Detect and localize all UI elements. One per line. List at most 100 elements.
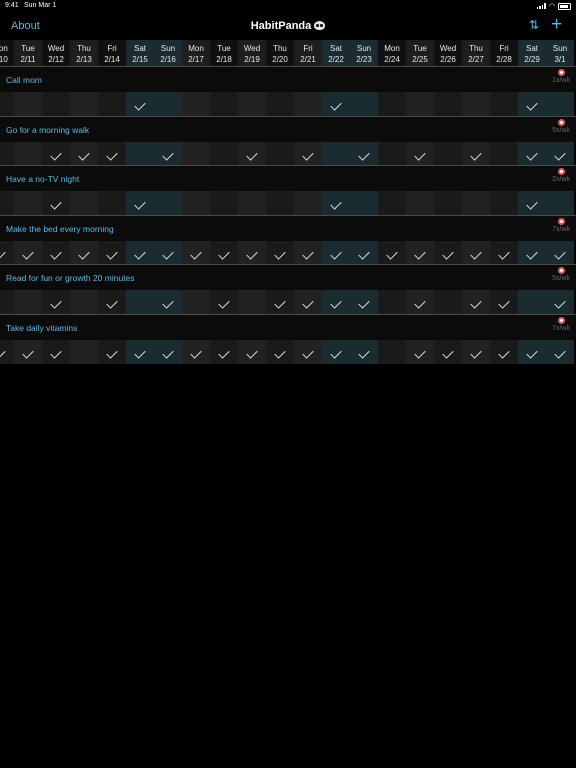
habit-name[interactable]: Have a no-TV night: [6, 174, 79, 184]
checkin-cell[interactable]: [406, 92, 434, 116]
checkin-cell[interactable]: [406, 141, 434, 166]
checkin-cell[interactable]: [210, 240, 238, 265]
checkin-cell[interactable]: [14, 92, 42, 116]
checkin-cell[interactable]: [518, 92, 546, 116]
checkin-cell[interactable]: [434, 240, 462, 265]
checkin-cell[interactable]: [0, 339, 14, 364]
checkin-cell[interactable]: [42, 339, 70, 364]
checkin-cell[interactable]: [182, 290, 210, 314]
checkin-cell[interactable]: [322, 339, 350, 364]
checkin-cell[interactable]: [518, 290, 546, 314]
checkin-cell[interactable]: [434, 92, 462, 116]
checkin-cell[interactable]: [378, 141, 406, 166]
checkin-cell[interactable]: [350, 191, 378, 215]
checkin-cell[interactable]: [546, 339, 574, 364]
checkin-cell[interactable]: [378, 339, 406, 364]
checkin-cell[interactable]: [14, 290, 42, 314]
checkin-cell[interactable]: [462, 141, 490, 166]
checkin-cell[interactable]: [70, 290, 98, 314]
checkin-cell[interactable]: [14, 339, 42, 364]
checkin-cell[interactable]: [182, 92, 210, 116]
habit-name[interactable]: Take daily vitamins: [6, 323, 77, 333]
checkin-cell[interactable]: [154, 92, 182, 116]
checkin-cell[interactable]: [350, 290, 378, 314]
checkin-cell[interactable]: [42, 191, 70, 215]
checkin-cell[interactable]: [490, 191, 518, 215]
checkin-cell[interactable]: [462, 191, 490, 215]
checkin-cell[interactable]: [322, 191, 350, 215]
checkin-cell[interactable]: [490, 290, 518, 314]
checkin-cell[interactable]: [294, 339, 322, 364]
checkin-cell[interactable]: [322, 141, 350, 166]
checkin-cell[interactable]: [266, 290, 294, 314]
checkin-cell[interactable]: [266, 240, 294, 265]
checkin-cell[interactable]: [154, 191, 182, 215]
checkin-cell[interactable]: [70, 141, 98, 166]
checkin-cell[interactable]: [238, 191, 266, 215]
checkin-cell[interactable]: [322, 240, 350, 265]
checkin-cell[interactable]: [70, 240, 98, 265]
checkin-cell[interactable]: [42, 290, 70, 314]
checkin-cell[interactable]: [238, 92, 266, 116]
checkin-cell[interactable]: [266, 141, 294, 166]
checkin-cell[interactable]: [126, 290, 154, 314]
checkin-cell[interactable]: [350, 240, 378, 265]
checkin-cell[interactable]: [182, 141, 210, 166]
checkin-cell[interactable]: [42, 240, 70, 265]
checkin-cell[interactable]: [490, 339, 518, 364]
checkin-cell[interactable]: [378, 240, 406, 265]
checkin-cell[interactable]: [238, 240, 266, 265]
checkin-cell[interactable]: [350, 141, 378, 166]
checkin-cell[interactable]: [182, 240, 210, 265]
checkin-cell[interactable]: [0, 290, 14, 314]
checkin-cell[interactable]: [126, 141, 154, 166]
add-habit-button[interactable]: +: [551, 14, 562, 36]
checkin-cell[interactable]: [350, 92, 378, 116]
checkin-cell[interactable]: [0, 92, 14, 116]
checkin-cell[interactable]: [322, 92, 350, 116]
checkin-cell[interactable]: [518, 141, 546, 166]
checkin-cell[interactable]: [462, 290, 490, 314]
checkin-cell[interactable]: [0, 191, 14, 215]
checkin-cell[interactable]: [462, 339, 490, 364]
checkin-cell[interactable]: [546, 240, 574, 265]
checkin-cell[interactable]: [322, 290, 350, 314]
checkin-cell[interactable]: [294, 141, 322, 166]
habit-name[interactable]: Go for a morning walk: [6, 125, 89, 135]
checkin-cell[interactable]: [14, 240, 42, 265]
checkin-cell[interactable]: [14, 141, 42, 166]
checkin-cell[interactable]: [490, 92, 518, 116]
checkin-cell[interactable]: [462, 240, 490, 265]
checkin-cell[interactable]: [266, 92, 294, 116]
checkin-cell[interactable]: [378, 191, 406, 215]
checkin-cell[interactable]: [406, 240, 434, 265]
checkin-cell[interactable]: [294, 92, 322, 116]
checkin-cell[interactable]: [126, 191, 154, 215]
checkin-cell[interactable]: [210, 339, 238, 364]
checkin-cell[interactable]: [546, 92, 574, 116]
checkin-cell[interactable]: [70, 191, 98, 215]
checkin-cell[interactable]: [98, 290, 126, 314]
checkin-cell[interactable]: [98, 92, 126, 116]
checkin-cell[interactable]: [462, 92, 490, 116]
checkin-cell[interactable]: [98, 339, 126, 364]
checkin-cell[interactable]: [238, 339, 266, 364]
checkin-cell[interactable]: [266, 339, 294, 364]
habit-name[interactable]: Make the bed every morning: [6, 224, 114, 234]
checkin-cell[interactable]: [238, 290, 266, 314]
checkin-cell[interactable]: [126, 92, 154, 116]
checkin-cell[interactable]: [42, 141, 70, 166]
checkin-cell[interactable]: [490, 141, 518, 166]
checkin-cell[interactable]: [210, 141, 238, 166]
checkin-cell[interactable]: [126, 339, 154, 364]
checkin-cell[interactable]: [378, 92, 406, 116]
checkin-cell[interactable]: [518, 240, 546, 265]
checkin-cell[interactable]: [210, 290, 238, 314]
checkin-cell[interactable]: [210, 92, 238, 116]
checkin-cell[interactable]: [266, 191, 294, 215]
checkin-cell[interactable]: [294, 191, 322, 215]
checkin-cell[interactable]: [238, 141, 266, 166]
checkin-cell[interactable]: [294, 240, 322, 265]
checkin-cell[interactable]: [518, 191, 546, 215]
checkin-cell[interactable]: [546, 141, 574, 166]
